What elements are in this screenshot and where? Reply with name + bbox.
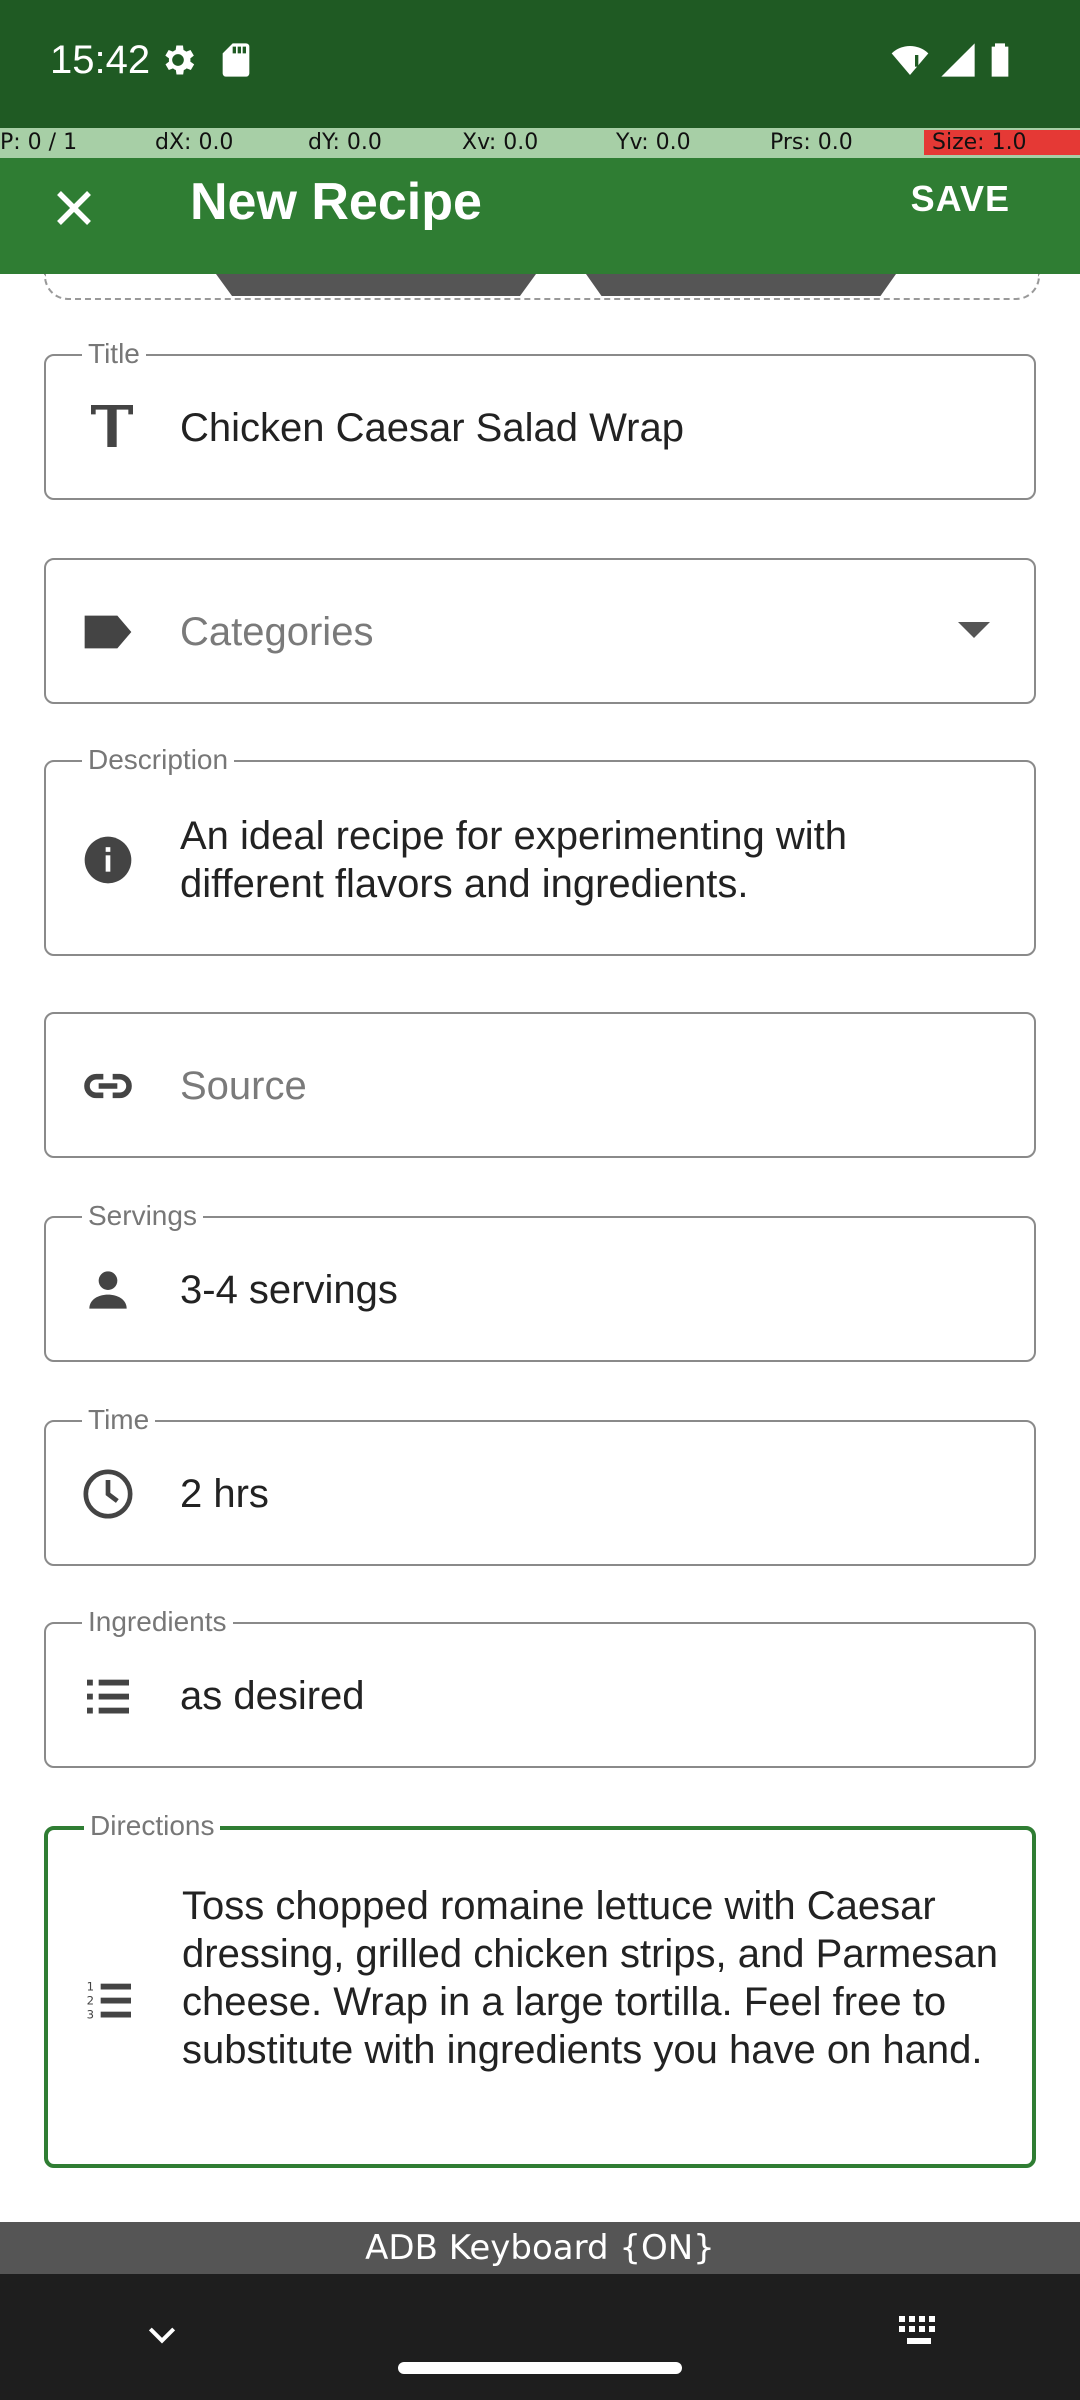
ingredients-input[interactable]: as desired [180, 1672, 365, 1720]
debug-yv: Yv: 0.0 [616, 130, 691, 155]
servings-input[interactable]: 3-4 servings [180, 1266, 398, 1314]
debug-dx: dX: 0.0 [155, 130, 234, 155]
list-icon [87, 1679, 129, 1714]
sd-card-icon [222, 43, 250, 77]
ingredients-label: Ingredients [82, 1606, 233, 1638]
time-field[interactable]: Time 2 hrs [44, 1404, 1036, 1566]
svg-text:1: 1 [87, 1980, 94, 1994]
status-time: 15:42 [50, 38, 151, 82]
time-input[interactable]: 2 hrs [180, 1470, 269, 1518]
debug-prs: Prs: 0.0 [770, 130, 853, 155]
debug-p: P: 0 / 1 [0, 130, 78, 155]
directions-label: Directions [84, 1810, 221, 1842]
debug-size: Size: 1.0 [924, 130, 1080, 155]
ingredients-field[interactable]: Ingredients as desired [44, 1606, 1036, 1768]
info-icon [84, 836, 132, 884]
chevron-down-icon[interactable] [958, 622, 990, 638]
source-placeholder: Source [180, 1064, 307, 1108]
close-icon[interactable] [44, 178, 104, 238]
directions-field[interactable]: Directions 123 Toss chopped romaine lett… [44, 1810, 1036, 2168]
description-label: Description [82, 744, 235, 776]
servings-label: Servings [82, 1200, 203, 1232]
image-shape [586, 274, 896, 296]
clock-icon [83, 1469, 133, 1519]
svg-text:2: 2 [87, 1994, 94, 2008]
svg-text:3: 3 [87, 2008, 94, 2022]
time-label: Time [82, 1404, 156, 1436]
numbered-list-icon: 123 [87, 1980, 131, 2022]
link-icon [84, 1073, 132, 1099]
debug-dy: dY: 0.0 [308, 130, 382, 155]
title-input[interactable]: Chicken Caesar Salad Wrap [180, 404, 684, 452]
source-field[interactable]: Source [44, 1012, 1036, 1158]
title-label: Title [82, 338, 146, 370]
save-button[interactable]: SAVE [911, 178, 1010, 220]
categories-dropdown[interactable]: Categories [44, 558, 1036, 704]
description-input[interactable]: An ideal recipe for experimenting with d… [180, 812, 920, 908]
title-field[interactable]: Title Chicken Caesar Salad Wrap [44, 338, 1036, 500]
signal-icon [941, 43, 975, 77]
debug-xv: Xv: 0.0 [462, 130, 539, 155]
wifi-icon [891, 46, 929, 75]
battery-icon [991, 43, 1009, 77]
chevron-down-icon[interactable] [142, 2314, 182, 2354]
person-icon [89, 1271, 127, 1309]
description-field[interactable]: Description An ideal recipe for experime… [44, 744, 1036, 956]
page-title: New Recipe [190, 173, 482, 231]
image-shape [216, 274, 536, 296]
keyboard-status-banner: ADB Keyboard {ON} [0, 2222, 1080, 2274]
status-bar: 15:42 [0, 0, 1080, 128]
image-placeholder[interactable] [44, 274, 1040, 300]
pointer-debug-bar: P: 0 / 1 dX: 0.0 dY: 0.0 Xv: 0.0 Yv: 0.0… [0, 128, 1080, 158]
categories-placeholder: Categories [180, 610, 374, 654]
title-icon [91, 405, 133, 447]
app-bar: New Recipe SAVE [0, 158, 1080, 274]
servings-field[interactable]: Servings 3-4 servings [44, 1200, 1036, 1362]
keyboard-icon[interactable] [895, 2312, 943, 2348]
label-icon [84, 615, 132, 649]
navigation-bar [0, 2274, 1080, 2400]
settings-icon [165, 45, 195, 75]
home-gesture-pill[interactable] [398, 2362, 682, 2374]
directions-input[interactable]: Toss chopped romaine lettuce with Caesar… [182, 1882, 1002, 2074]
